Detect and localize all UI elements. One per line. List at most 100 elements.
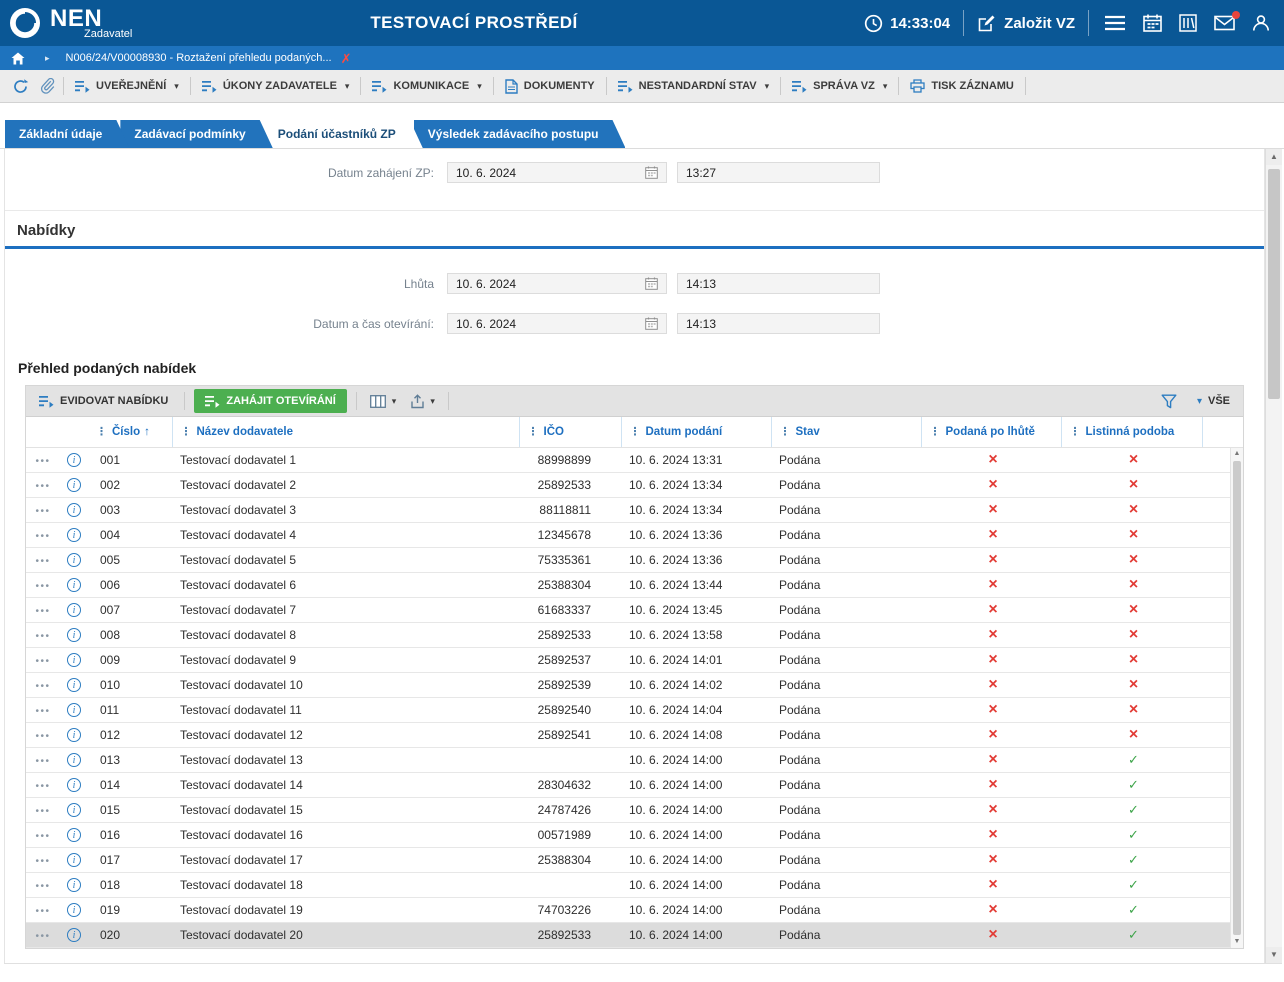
table-row[interactable]: •••i013Testovací dodavatel 1310. 6. 2024… <box>26 747 1243 772</box>
table-row[interactable]: •••i017Testovací dodavatel 172538830410.… <box>26 847 1243 872</box>
table-row[interactable]: •••i008Testovací dodavatel 82589253310. … <box>26 622 1243 647</box>
nen-brand[interactable]: NEN Zadavatel <box>8 6 132 40</box>
info-icon[interactable]: i <box>67 628 81 642</box>
row-menu-icon[interactable]: ••• <box>35 881 50 892</box>
info-icon[interactable]: i <box>67 678 81 692</box>
calendar-picker-icon[interactable] <box>645 317 658 330</box>
attachments-button[interactable] <box>34 74 61 98</box>
info-icon[interactable]: i <box>67 553 81 567</box>
column-grip-icon[interactable]: ⋮ <box>930 426 941 438</box>
toolbar-button-komunikace[interactable]: KOMUNIKACE ▾ <box>363 74 490 98</box>
messages-button[interactable] <box>1212 13 1237 33</box>
calendar-picker-icon[interactable] <box>645 166 658 179</box>
row-menu-icon[interactable]: ••• <box>35 781 50 792</box>
row-menu-icon[interactable]: ••• <box>35 606 50 617</box>
row-menu-icon[interactable]: ••• <box>35 581 50 592</box>
table-row[interactable]: •••i005Testovací dodavatel 57533536110. … <box>26 547 1243 572</box>
info-icon[interactable]: i <box>67 778 81 792</box>
breadcrumb-item[interactable]: N006/24/V00008930 - Roztažení přehledu p… <box>66 52 332 64</box>
toolbar-button-uverejneni[interactable]: UVEŘEJNĚNÍ ▾ <box>66 74 188 98</box>
row-menu-icon[interactable]: ••• <box>35 681 50 692</box>
toolbar-button-dokumenty[interactable]: DOKUMENTY <box>496 74 604 98</box>
info-icon[interactable]: i <box>67 503 81 517</box>
header-ico[interactable]: ⋮IČO <box>519 417 621 447</box>
row-menu-icon[interactable]: ••• <box>35 856 50 867</box>
header-listinna-podoba[interactable]: ⋮Listinná podoba <box>1061 417 1202 447</box>
info-icon[interactable]: i <box>67 728 81 742</box>
info-icon[interactable]: i <box>67 853 81 867</box>
info-icon[interactable]: i <box>67 928 81 942</box>
table-row[interactable]: •••i019Testovací dodavatel 197470322610.… <box>26 897 1243 922</box>
table-row[interactable]: •••i015Testovací dodavatel 152478742610.… <box>26 797 1243 822</box>
tab-zadavaci-podminky[interactable]: Zadávací podmínky <box>120 120 272 148</box>
row-menu-icon[interactable]: ••• <box>35 831 50 842</box>
table-row[interactable]: •••i002Testovací dodavatel 22589253310. … <box>26 472 1243 497</box>
evidovat-nabidku-button[interactable]: EVIDOVAT NABÍDKU <box>32 389 175 413</box>
header-datum-podani[interactable]: ⋮Datum podání <box>621 417 771 447</box>
table-row[interactable]: •••i009Testovací dodavatel 92589253710. … <box>26 647 1243 672</box>
close-record-icon[interactable]: ✗ <box>341 52 352 65</box>
info-icon[interactable]: i <box>67 603 81 617</box>
info-icon[interactable]: i <box>67 528 81 542</box>
row-menu-icon[interactable]: ••• <box>35 531 50 542</box>
registry-button[interactable] <box>1177 12 1199 34</box>
header-stav[interactable]: ⋮Stav <box>771 417 921 447</box>
row-menu-icon[interactable]: ••• <box>35 481 50 492</box>
tab-podani-ucastniku-zp[interactable]: Podání účastníků ZP <box>264 120 423 148</box>
scroll-down-icon[interactable]: ▼ <box>1231 936 1243 948</box>
toolbar-button-ukony-zadavatele[interactable]: ÚKONY ZADAVATELE ▾ <box>193 74 359 98</box>
sort-asc-icon[interactable]: ↑ <box>144 426 150 438</box>
table-row[interactable]: •••i003Testovací dodavatel 38811881110. … <box>26 497 1243 522</box>
table-row[interactable]: •••i007Testovací dodavatel 76168333710. … <box>26 597 1243 622</box>
scroll-down-icon[interactable]: ▼ <box>1266 947 1282 963</box>
table-scrollbar[interactable]: ▲ ▼ <box>1230 448 1243 948</box>
header-podana-po-lhute[interactable]: ⋮Podaná po lhůtě <box>921 417 1061 447</box>
row-menu-icon[interactable]: ••• <box>35 806 50 817</box>
create-vz-button[interactable]: Založit VZ <box>977 14 1075 33</box>
otevirani-date-input[interactable]: 10. 6. 2024 <box>447 313 667 334</box>
export-button[interactable]: ▾ <box>407 394 439 409</box>
otevirani-time-input[interactable]: 14:13 <box>677 313 880 334</box>
column-grip-icon[interactable]: ⋮ <box>181 426 192 438</box>
menu-button[interactable] <box>1102 13 1128 33</box>
toolbar-button-sprava-vz[interactable]: SPRÁVA VZ ▾ <box>783 74 896 98</box>
row-menu-icon[interactable]: ••• <box>35 756 50 767</box>
info-icon[interactable]: i <box>67 703 81 717</box>
row-menu-icon[interactable]: ••• <box>35 456 50 467</box>
table-row[interactable]: •••i006Testovací dodavatel 62538830410. … <box>26 572 1243 597</box>
page-scrollbar[interactable]: ▲ ▼ <box>1265 149 1282 963</box>
row-menu-icon[interactable]: ••• <box>35 556 50 567</box>
info-icon[interactable]: i <box>67 903 81 917</box>
info-icon[interactable]: i <box>67 478 81 492</box>
column-settings-button[interactable]: ▾ <box>366 395 401 408</box>
table-row[interactable]: •••i016Testovací dodavatel 160057198910.… <box>26 822 1243 847</box>
row-menu-icon[interactable]: ••• <box>35 706 50 717</box>
toolbar-button-tisk-zaznamu[interactable]: TISK ZÁZNAMU <box>901 74 1023 98</box>
table-row[interactable]: •••i012Testovací dodavatel 122589254110.… <box>26 722 1243 747</box>
scrollbar-thumb[interactable] <box>1268 169 1280 399</box>
header-nazev-dodavatele[interactable]: ⋮Název dodavatele <box>172 417 519 447</box>
column-grip-icon[interactable]: ⋮ <box>1070 426 1081 438</box>
datum-zahajeni-date-input[interactable]: 10. 6. 2024 <box>447 162 667 183</box>
row-menu-icon[interactable]: ••• <box>35 631 50 642</box>
scrollbar-thumb[interactable] <box>1233 461 1241 935</box>
table-row[interactable]: •••i010Testovací dodavatel 102589253910.… <box>26 672 1243 697</box>
scroll-up-icon[interactable]: ▲ <box>1231 448 1243 460</box>
home-icon[interactable] <box>11 52 25 65</box>
info-icon[interactable]: i <box>67 828 81 842</box>
tab-vysledek-zadavaciho-postupu[interactable]: Výsledek zadávacího postupu <box>414 120 626 148</box>
column-grip-icon[interactable]: ⋮ <box>528 426 539 438</box>
refresh-button[interactable] <box>7 74 34 98</box>
filter-button[interactable] <box>1157 394 1181 409</box>
table-row[interactable]: •••i014Testovací dodavatel 142830463210.… <box>26 772 1243 797</box>
datum-zahajeni-time-input[interactable]: 13:27 <box>677 162 880 183</box>
table-row[interactable]: •••i020Testovací dodavatel 202589253310.… <box>26 922 1243 947</box>
info-icon[interactable]: i <box>67 753 81 767</box>
row-menu-icon[interactable]: ••• <box>35 506 50 517</box>
column-grip-icon[interactable]: ⋮ <box>96 426 107 438</box>
scroll-up-icon[interactable]: ▲ <box>1266 149 1282 165</box>
toolbar-button-nestandardni-stav[interactable]: NESTANDARDNÍ STAV ▾ <box>609 74 778 98</box>
filter-scope-dropdown[interactable]: ▾ VŠE <box>1188 389 1237 413</box>
table-row[interactable]: •••i018Testovací dodavatel 1810. 6. 2024… <box>26 872 1243 897</box>
row-menu-icon[interactable]: ••• <box>35 906 50 917</box>
